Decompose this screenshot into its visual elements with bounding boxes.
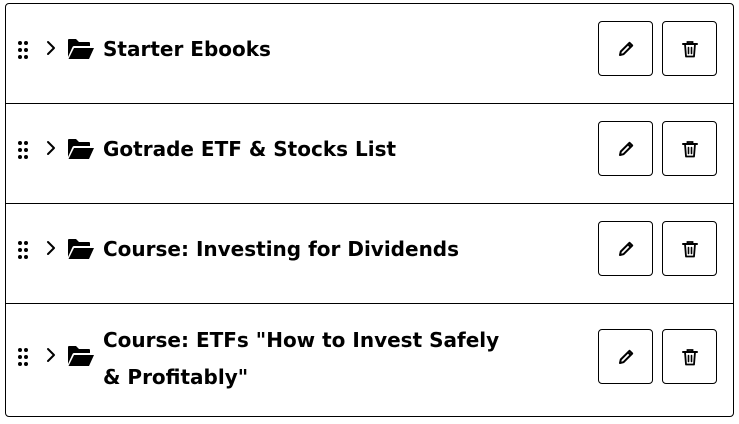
chevron-right-icon[interactable] <box>42 139 60 157</box>
folder-row: Course: ETFs "How to Invest Safely & Pro… <box>6 304 733 416</box>
folder-open-icon <box>67 238 95 260</box>
folder-row: Course: Investing for Dividends <box>6 204 733 304</box>
edit-button[interactable] <box>598 221 653 276</box>
delete-button[interactable] <box>662 21 717 76</box>
drag-handle-icon[interactable] <box>16 140 30 160</box>
folder-title: Course: ETFs "How to Invest Safely & Pro… <box>103 328 500 389</box>
chevron-right-icon[interactable] <box>42 346 60 364</box>
drag-handle-icon[interactable] <box>16 240 30 260</box>
folder-open-icon <box>67 38 95 60</box>
pencil-icon <box>617 140 635 158</box>
drag-handle-icon[interactable] <box>16 40 30 60</box>
folder-open-icon <box>67 138 95 160</box>
folder-open-icon <box>67 345 95 367</box>
folder-title: Starter Ebooks <box>103 37 271 61</box>
drag-handle-icon[interactable] <box>16 347 30 367</box>
edit-button[interactable] <box>598 329 653 384</box>
trash-icon <box>681 348 698 366</box>
trash-icon <box>681 240 698 258</box>
pencil-icon <box>617 348 635 366</box>
pencil-icon <box>617 240 635 258</box>
chevron-right-icon[interactable] <box>42 39 60 57</box>
folder-row: Gotrade ETF & Stocks List <box>6 104 733 204</box>
edit-button[interactable] <box>598 121 653 176</box>
folder-row: Starter Ebooks <box>6 4 733 104</box>
folder-list: Starter Ebooks Gotrade ETF & Stocks List… <box>5 3 734 417</box>
trash-icon <box>681 140 698 158</box>
chevron-right-icon[interactable] <box>42 239 60 257</box>
delete-button[interactable] <box>662 121 717 176</box>
folder-title: Gotrade ETF & Stocks List <box>103 137 397 161</box>
delete-button[interactable] <box>662 221 717 276</box>
edit-button[interactable] <box>598 21 653 76</box>
pencil-icon <box>617 40 635 58</box>
delete-button[interactable] <box>662 329 717 384</box>
trash-icon <box>681 40 698 58</box>
folder-title: Course: Investing for Dividends <box>103 237 460 261</box>
